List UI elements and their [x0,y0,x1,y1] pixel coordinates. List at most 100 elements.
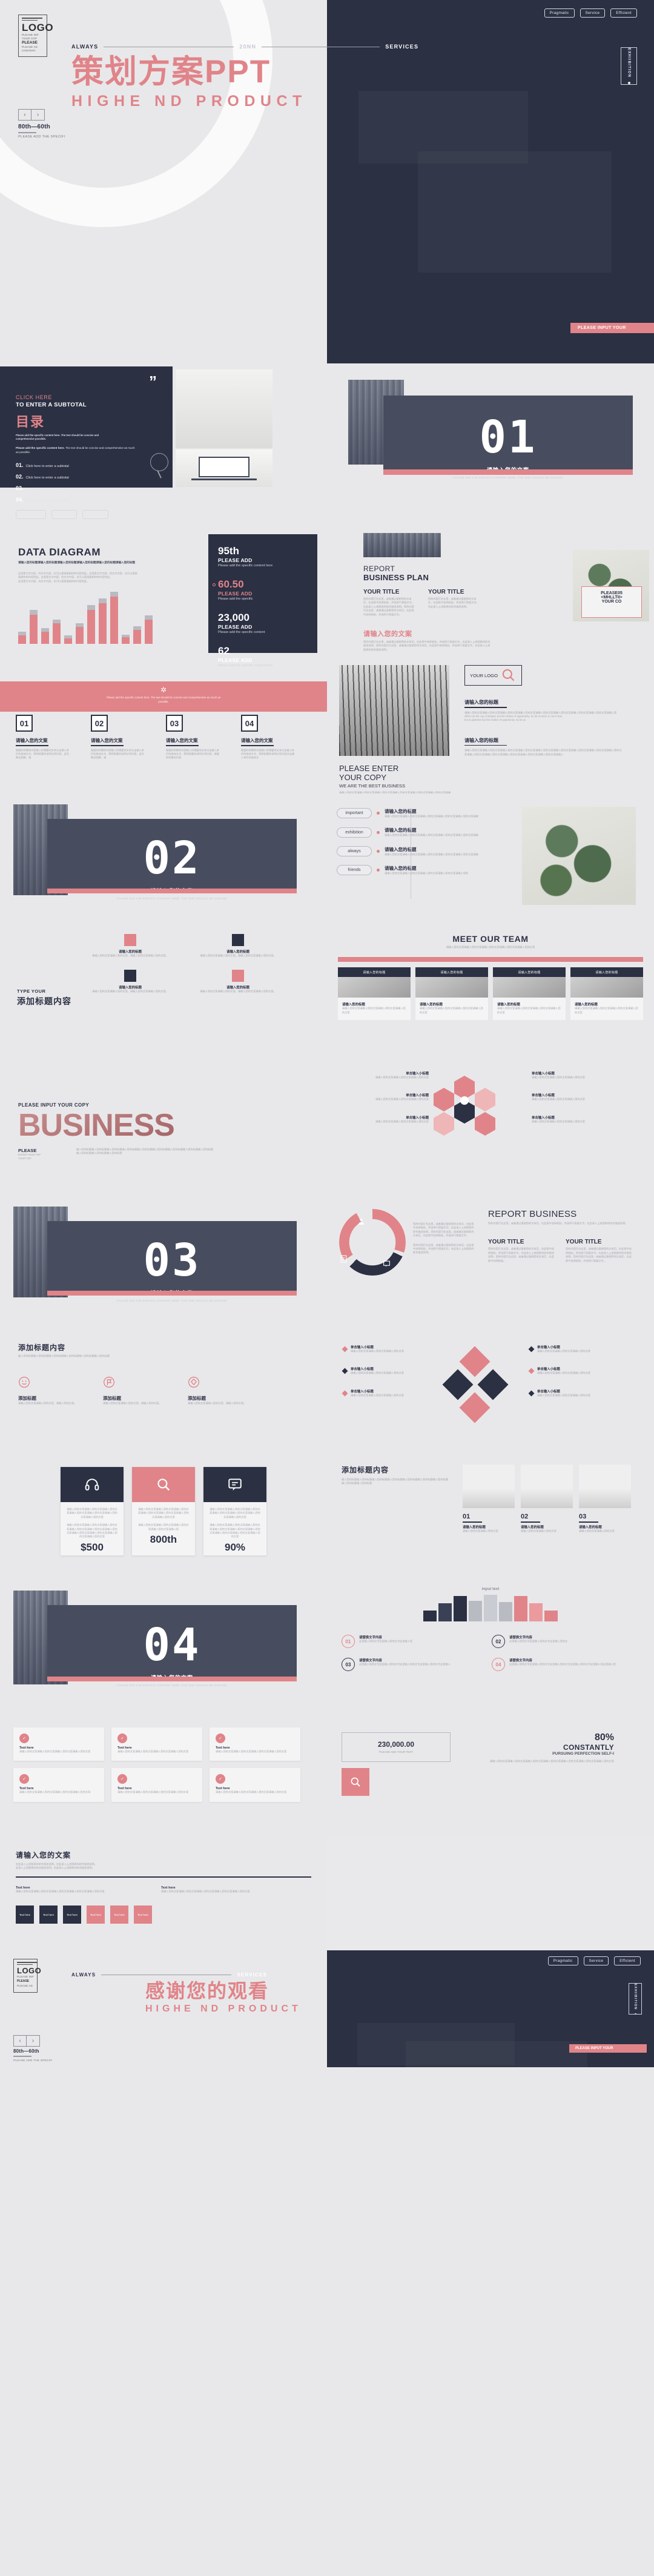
toc-item-04[interactable]: 04. Click here to enter a subtotal [16,497,157,503]
slide-business-row: PLEASE INPUT YOUR COPY BUSINESS PLEASE E… [0,1054,654,1193]
hex-left-item-2[interactable]: 单击输入小标题 请输入您的文案请输入您的文案请输入您的文案 [338,1115,429,1124]
diamond-item-l0[interactable]: 单击输入小标题 请输入您的文案请输入您的文案请输入您的文案 [342,1345,434,1353]
thanks-nav-buttons[interactable]: ‹ › [13,2035,40,2047]
bottom-card-3[interactable]: ✓ Text here 请输入您的文案请输入您的文案请输入您的文案请输入您的文案 [13,1768,104,1802]
ribbon-item-2[interactable]: 03 请替换文字内容 这里输入您的文字这里输入您的文字这里输入您的文字这里输入您… [342,1658,482,1671]
step-body: 根据你所需的内容输入你想要的文本点击输入本栏的具体文字，简明扼要的说明分项内容，… [166,748,219,760]
team-card[interactable]: 请输入您的标题 请输入您的标题 请输入您的文案请输入您的文案请输入您的文案请输入… [570,967,643,1021]
tag-service[interactable]: Service [51,510,77,519]
step-item-04[interactable]: 04 请输入您的文案 根据你所需的内容输入你想要的文本点击输入本栏的具体文字，简… [241,715,297,760]
mindmap-node-2[interactable]: always 请输入您的标题 请输入您的文案请输入您的文案请输入您的文案请输入您… [337,846,518,857]
price-card-0[interactable]: 请输入您的文案请输入您的文案请输入您的文案请输入您的文案请输入您的文案请输入您的… [61,1467,124,1555]
team-card[interactable]: 请输入您的标题 请输入您的标题 请输入您的文案请输入您的文案请输入您的文案请输入… [415,967,488,1021]
chess-item-1[interactable]: 02 请输入您的标题 请输入您的文案请输入您的文案 [521,1513,573,1533]
diamond-item-r0[interactable]: 单击输入小标题 请输入您的文案请输入您的文案请输入您的文案 [528,1345,620,1353]
add-title-item-2[interactable]: 添加标题 请输入您的文案请输入您的文案，请输入您的文案。 [188,1376,248,1405]
final-button-2[interactable]: Text here [63,1906,81,1924]
final-text-card-1[interactable]: Text here 请输入您的文案请输入您的文案请输入您的文案请输入您的文案请输… [161,1886,294,1893]
step-item-01[interactable]: 01 请输入您的文案 根据你所需的内容输入你想要的文本点击输入本栏的具体文字，简… [16,715,71,760]
price-card-1[interactable]: 请输入您的文案请输入您的文案请输入您的文案请输入您的文案请输入您的文案请输入您的… [132,1467,195,1555]
toc-tag-list: Pragmatic Service Efficient [16,510,157,519]
cover-nav-buttons[interactable]: ‹ › [18,109,45,121]
chess-item-0[interactable]: 01 请输入您的标题 请输入您的文案请输入您的文案 [463,1513,515,1533]
diamond-item-r2[interactable]: 单击输入小标题 请输入您的文案请输入您的文案请输入您的文案 [528,1389,620,1397]
final-button-3[interactable]: Text here [87,1906,105,1924]
ribbon-item-1[interactable]: 02 请替换文字内容 这里输入您的文字这里输入您的文字这里输入您的文 [492,1635,632,1648]
slide-final-text-row: 请输入您的文案 在此录入上述图表的综合描述说明。在此录入上述图表的综合描述说明。… [0,1835,654,1950]
slide-team-row: TYPE YOUR 添加标题内容 请输入您的标题 请输入您的文案请输入您的文案，… [0,921,654,1054]
final-button-5[interactable]: Text here [134,1906,152,1924]
thanks-subtitle-block: 80th—60th PLEASE ADD THE SPECIFI [13,2048,53,2062]
mindmap-node-0[interactable]: important 请输入您的标题 请输入您的文案请输入您的文案请输入您的文案请… [337,808,518,819]
toc-item-label: Click here to enter a subtotal [25,499,69,503]
diamond-item-l1[interactable]: 单击输入小标题 请输入您的文案请输入您的文案请输入您的文案 [342,1366,434,1375]
tag-efficient[interactable]: Efficient [610,8,637,18]
hex-right-item-1[interactable]: 单击输入小标题 请输入您的文案请输入您的文案请输入您的文案 [532,1093,623,1101]
diamond-item-body: 请输入您的文案请输入您的文案请输入您的文案 [351,1393,404,1397]
type-title-item-1[interactable]: 请输入您的标题 请输入您的文案请输入您的文案，请输入您的文案请输入您的文案。 [193,934,283,958]
bottom-card-1[interactable]: ✓ Text here 请输入您的文案请输入您的文案请输入您的文案请输入您的文案 [111,1727,202,1761]
team-card[interactable]: 请输入您的标题 请输入您的标题 请输入您的文案请输入您的文案请输入您的文案请输入… [338,967,411,1021]
final-button-label: Text here [19,1913,31,1916]
price-card-2[interactable]: 请输入您的文案请输入您的文案请输入您的文案请输入您的文案请输入您的文案请输入您的… [203,1467,266,1555]
chess-item-2[interactable]: 03 请输入您的标题 请输入您的文案请输入您的文案 [579,1513,631,1533]
chart-bar [18,631,26,644]
type-title-item-2[interactable]: 请输入您的标题 请输入您的文案请输入您的文案，请输入您的文案请输入您的文案。 [85,970,176,993]
step-item-02[interactable]: 02 请输入您的文案 根据你所需的内容输入你想要的文本点击输入本栏的具体文字，简… [91,715,147,760]
final-button-0[interactable]: Text here [16,1906,34,1924]
step-number: 04 [241,715,258,732]
section-02-panel: 02 请输入您的文案 PLEASE ADD THE SPECIFIC CONTE… [47,819,297,900]
thanks-pink-chip[interactable]: PLEASE INPUT YOUR [569,2044,647,2053]
sun-icon: ✲ [160,686,167,694]
toc-item-no: 04. [16,497,24,503]
slide-thanks: LOGO PLEASE INP PLEASE PLEASE AD ‹ › 80t… [0,1950,654,2067]
toc-item-03[interactable]: 03. Click here to enter a subtotal [16,485,157,491]
ribbon-item-0[interactable]: 01 请替换文字内容 这里输入您的文字这里输入您的文字这里输入您 [342,1635,482,1648]
nav-prev-button[interactable]: ‹ [18,109,31,121]
thanks-sub-text: PLEASE ADD THE SPECIFI [13,2058,53,2062]
diamond-item-r1[interactable]: 单击输入小标题 请输入您的文案请输入您的文案请输入您的文案 [528,1366,620,1375]
type-title-item-0[interactable]: 请输入您的标题 请输入您的文案请输入您的文案，请输入您的文案请输入您的文案。 [85,934,176,958]
add-title-item-1[interactable]: 添加标题 请输入您的文案请输入您的文案，请输入您的文案。 [103,1376,164,1405]
step-item-03[interactable]: 03 请输入您的文案 根据你所需的内容输入你想要的文本点击输入本栏的具体文字，简… [166,715,222,760]
toc-item-02[interactable]: 02. Click here to enter a subtotal [16,474,157,480]
hex-right-item-0[interactable]: 单击输入小标题 请输入您的文案请输入您的文案请输入您的文案 [532,1071,623,1079]
hex-item-body: 请输入您的文案请输入您的文案请输入您的文案 [375,1076,429,1079]
nav-prev-button[interactable]: ‹ [13,2035,27,2047]
tag-pragmatic[interactable]: Pragmatic [547,1956,578,1965]
your-logo-pill[interactable]: YOUR LOGO [464,665,522,686]
bottom-card-4[interactable]: ✓ Text here 请输入您的文案请输入您的文案请输入您的文案请输入您的文案 [111,1768,202,1802]
nav-next-button[interactable]: › [31,109,45,121]
final-button-1[interactable]: Text here [39,1906,58,1924]
tag-service[interactable]: Service [580,8,606,18]
bottom-card-2[interactable]: ✓ Text here 请输入您的文案请输入您的文案请输入您的文案请输入您的文案 [210,1727,300,1761]
diamond-item-title: 单击输入小标题 [351,1346,374,1349]
logo-line5: CONTENT. [22,48,36,52]
tag-service[interactable]: Service [583,1956,609,1965]
bottom-card-5[interactable]: ✓ Text here 请输入您的文案请输入您的文案请输入您的文案请输入您的文案 [210,1768,300,1802]
magnifier-icon [150,453,168,471]
mindmap-node-3[interactable]: friends 请输入您的标题 请输入您的文案请输入您的文案请输入您的文案请输入… [337,865,518,876]
toc-item-01[interactable]: 01. Click here to enter a subtotal [16,462,157,468]
hex-left-item-0[interactable]: 单击输入小标题 请输入您的文案请输入您的文案请输入您的文案 [338,1071,429,1079]
add-title-item-0[interactable]: 添加标题 请输入您的文案请输入您的文案，请输入您的文案。 [18,1376,79,1405]
section-02-accent-bar [47,889,297,893]
tag-efficient[interactable]: Efficient [82,510,109,519]
final-button-4[interactable]: Text here [110,1906,128,1924]
ribbon-item-3[interactable]: 04 请替换文字内容 这里输入您的文字这里输入您的文字这里输入您的文字这里输入您… [492,1658,632,1671]
final-text-card-0[interactable]: Text here 请输入您的文案请输入您的文案请输入您的文案请输入您的文案请输… [16,1886,149,1893]
hex-item-title: 单击输入小标题 [406,1116,429,1120]
tag-pragmatic[interactable]: Pragmatic [16,510,46,519]
tag-efficient[interactable]: Efficient [614,1956,641,1965]
tag-pragmatic[interactable]: Pragmatic [544,8,575,18]
hex-left-item-1[interactable]: 单击输入小标题 请输入您的文案请输入您的文案请输入您的文案 [338,1093,429,1101]
cover-pink-chip[interactable]: PLEASE INPUT YOUR [570,323,654,333]
hex-right-item-2[interactable]: 单击输入小标题 请输入您的文案请输入您的文案请输入您的文案 [532,1115,623,1124]
team-card[interactable]: 请输入您的标题 请输入您的标题 请输入您的文案请输入您的文案请输入您的文案请输入… [493,967,566,1021]
nav-next-button[interactable]: › [27,2035,40,2047]
diamond-item-l2[interactable]: 单击输入小标题 请输入您的文案请输入您的文案请输入您的文案 [342,1389,434,1397]
type-title-item-3[interactable]: 请输入您的标题 请输入您的文案请输入您的文案，请输入您的文案请输入您的文案。 [193,970,283,993]
bottom-card-0[interactable]: ✓ Text here 请输入您的文案请输入您的文案请输入您的文案请输入您的文案 [13,1727,104,1761]
stat-search-button[interactable] [342,1768,369,1796]
mindmap-node-1[interactable]: exhibition 请输入您的标题 请输入您的文案请输入您的文案请输入您的文案… [337,827,518,838]
